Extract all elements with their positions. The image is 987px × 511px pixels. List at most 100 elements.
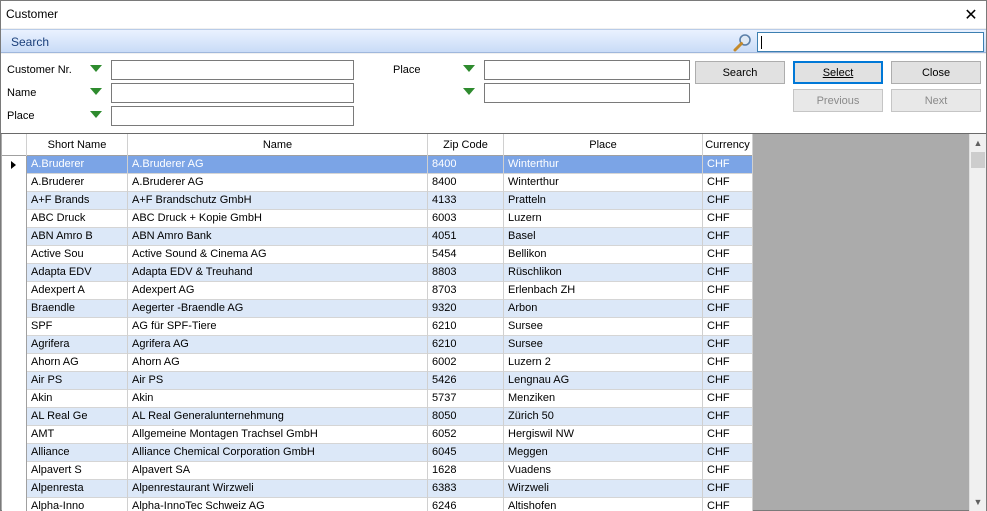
filter-operator-dropdown-icon[interactable] bbox=[463, 65, 475, 72]
table-row[interactable]: Agrifera Agrifera AG 6210 Sursee CHF bbox=[2, 336, 753, 354]
cell-currency[interactable]: CHF bbox=[703, 210, 753, 228]
cell-place[interactable]: Luzern bbox=[504, 210, 703, 228]
filter-operator-dropdown-icon[interactable] bbox=[90, 65, 102, 72]
filter-operator-dropdown-icon[interactable] bbox=[463, 88, 475, 95]
column-header-place[interactable]: Place bbox=[504, 134, 703, 156]
cell-short-name[interactable]: Alpavert S bbox=[27, 462, 128, 480]
cell-short-name[interactable]: AMT bbox=[27, 426, 128, 444]
cell-name[interactable]: Alliance Chemical Corporation GmbH bbox=[128, 444, 428, 462]
cell-short-name[interactable]: Alpenresta bbox=[27, 480, 128, 498]
scroll-up-icon[interactable]: ▲ bbox=[970, 134, 986, 151]
row-header[interactable] bbox=[2, 246, 27, 264]
table-row[interactable]: Alliance Alliance Chemical Corporation Gm… bbox=[2, 444, 753, 462]
next-button[interactable]: Next bbox=[891, 89, 981, 112]
cell-zip-code[interactable]: 9320 bbox=[428, 300, 504, 318]
cell-currency[interactable]: CHF bbox=[703, 354, 753, 372]
row-header[interactable] bbox=[2, 282, 27, 300]
table-row[interactable]: Air PS Air PS 5426 Lengnau AG CHF bbox=[2, 372, 753, 390]
cell-currency[interactable]: CHF bbox=[703, 282, 753, 300]
cell-zip-code[interactable]: 6210 bbox=[428, 336, 504, 354]
cell-place[interactable]: Bellikon bbox=[504, 246, 703, 264]
table-row[interactable]: Active Sou Active Sound & Cinema AG 5454 Be… bbox=[2, 246, 753, 264]
table-row[interactable]: SPF AG für SPF-Tiere 6210 Sursee CHF bbox=[2, 318, 753, 336]
cell-currency[interactable]: CHF bbox=[703, 192, 753, 210]
row-header[interactable] bbox=[2, 318, 27, 336]
scroll-down-icon[interactable]: ▼ bbox=[970, 493, 986, 510]
cell-short-name[interactable]: A.Bruderer bbox=[27, 174, 128, 192]
table-row[interactable]: Adapta EDV Adapta EDV & Treuhand 8803 Rüsch… bbox=[2, 264, 753, 282]
cell-short-name[interactable]: Adexpert A bbox=[27, 282, 128, 300]
customer-grid[interactable]: Short Name Name Zip Code Place Currency … bbox=[2, 134, 753, 511]
cell-name[interactable]: Alpha-InnoTec Schweiz AG bbox=[128, 498, 428, 511]
cell-name[interactable]: AG für SPF-Tiere bbox=[128, 318, 428, 336]
cell-zip-code[interactable]: 4051 bbox=[428, 228, 504, 246]
cell-name[interactable]: Ahorn AG bbox=[128, 354, 428, 372]
row-header[interactable] bbox=[2, 192, 27, 210]
cell-name[interactable]: Alpavert SA bbox=[128, 462, 428, 480]
search-bar-label[interactable]: Search bbox=[11, 35, 49, 49]
scroll-thumb[interactable] bbox=[971, 152, 985, 168]
cell-place[interactable]: Basel bbox=[504, 228, 703, 246]
cell-name[interactable]: A.Bruderer AG bbox=[128, 156, 428, 174]
cell-place[interactable]: Lengnau AG bbox=[504, 372, 703, 390]
cell-place[interactable]: Meggen bbox=[504, 444, 703, 462]
cell-place[interactable]: Sursee bbox=[504, 336, 703, 354]
cell-currency[interactable]: CHF bbox=[703, 300, 753, 318]
column-header-name[interactable]: Name bbox=[128, 134, 428, 156]
cell-place[interactable]: Hergiswil NW bbox=[504, 426, 703, 444]
row-header[interactable] bbox=[2, 372, 27, 390]
row-header[interactable] bbox=[2, 426, 27, 444]
cell-zip-code[interactable]: 6246 bbox=[428, 498, 504, 511]
column-header-short-name[interactable]: Short Name bbox=[27, 134, 128, 156]
table-row[interactable]: AL Real Ge AL Real Generalunternehmung 805… bbox=[2, 408, 753, 426]
cell-currency[interactable]: CHF bbox=[703, 174, 753, 192]
row-header[interactable] bbox=[2, 210, 27, 228]
cell-short-name[interactable]: Braendle bbox=[27, 300, 128, 318]
row-header[interactable] bbox=[2, 462, 27, 480]
row-header[interactable] bbox=[2, 300, 27, 318]
filter-operator-dropdown-icon[interactable] bbox=[90, 88, 102, 95]
cell-name[interactable]: A.Bruderer AG bbox=[128, 174, 428, 192]
cell-name[interactable]: Aegerter -Braendle AG bbox=[128, 300, 428, 318]
close-window-icon[interactable]: ✕ bbox=[956, 1, 986, 28]
table-row[interactable]: A+F Brands A+F Brandschutz GmbH 4133 Pratte… bbox=[2, 192, 753, 210]
cell-zip-code[interactable]: 5426 bbox=[428, 372, 504, 390]
table-row[interactable]: Akin Akin 5737 Menziken CHF bbox=[2, 390, 753, 408]
quick-search-field[interactable] bbox=[758, 33, 983, 51]
table-row[interactable]: Alpenresta Alpenrestaurant Wirzweli 6383 Wi… bbox=[2, 480, 753, 498]
table-row[interactable]: Alpha-Inno Alpha-InnoTec Schweiz AG 6246 Al… bbox=[2, 498, 753, 511]
table-row[interactable]: AMT Allgemeine Montagen Trachsel GmbH 6052… bbox=[2, 426, 753, 444]
row-header[interactable] bbox=[2, 354, 27, 372]
cell-short-name[interactable]: Active Sou bbox=[27, 246, 128, 264]
row-header[interactable] bbox=[2, 336, 27, 354]
cell-short-name[interactable]: Air PS bbox=[27, 372, 128, 390]
cell-currency[interactable]: CHF bbox=[703, 336, 753, 354]
cell-currency[interactable]: CHF bbox=[703, 444, 753, 462]
cell-currency[interactable]: CHF bbox=[703, 426, 753, 444]
row-header[interactable] bbox=[2, 228, 27, 246]
customer-nr-field[interactable] bbox=[111, 60, 354, 80]
place-field-2[interactable] bbox=[484, 60, 690, 80]
cell-name[interactable]: Allgemeine Montagen Trachsel GmbH bbox=[128, 426, 428, 444]
table-row[interactable]: Adexpert A Adexpert AG 8703 Erlenbach ZH CHF bbox=[2, 282, 753, 300]
cell-zip-code[interactable]: 8050 bbox=[428, 408, 504, 426]
column-header-zip-code[interactable]: Zip Code bbox=[428, 134, 504, 156]
cell-place[interactable]: Rüschlikon bbox=[504, 264, 703, 282]
row-header[interactable] bbox=[2, 264, 27, 282]
table-row[interactable]: ABN Amro B ABN Amro Bank 4051 Basel CHF bbox=[2, 228, 753, 246]
cell-currency[interactable]: CHF bbox=[703, 480, 753, 498]
cell-place[interactable]: Sursee bbox=[504, 318, 703, 336]
cell-name[interactable]: Agrifera AG bbox=[128, 336, 428, 354]
select-button[interactable]: Select bbox=[793, 61, 883, 84]
extra-filter-field[interactable] bbox=[484, 83, 690, 103]
cell-zip-code[interactable]: 6210 bbox=[428, 318, 504, 336]
cell-name[interactable]: AL Real Generalunternehmung bbox=[128, 408, 428, 426]
cell-short-name[interactable]: Alliance bbox=[27, 444, 128, 462]
cell-place[interactable]: Arbon bbox=[504, 300, 703, 318]
cell-short-name[interactable]: AL Real Ge bbox=[27, 408, 128, 426]
cell-zip-code[interactable]: 8400 bbox=[428, 156, 504, 174]
cell-name[interactable]: Alpenrestaurant Wirzweli bbox=[128, 480, 428, 498]
cell-short-name[interactable]: Akin bbox=[27, 390, 128, 408]
cell-zip-code[interactable]: 5454 bbox=[428, 246, 504, 264]
cell-currency[interactable]: CHF bbox=[703, 228, 753, 246]
